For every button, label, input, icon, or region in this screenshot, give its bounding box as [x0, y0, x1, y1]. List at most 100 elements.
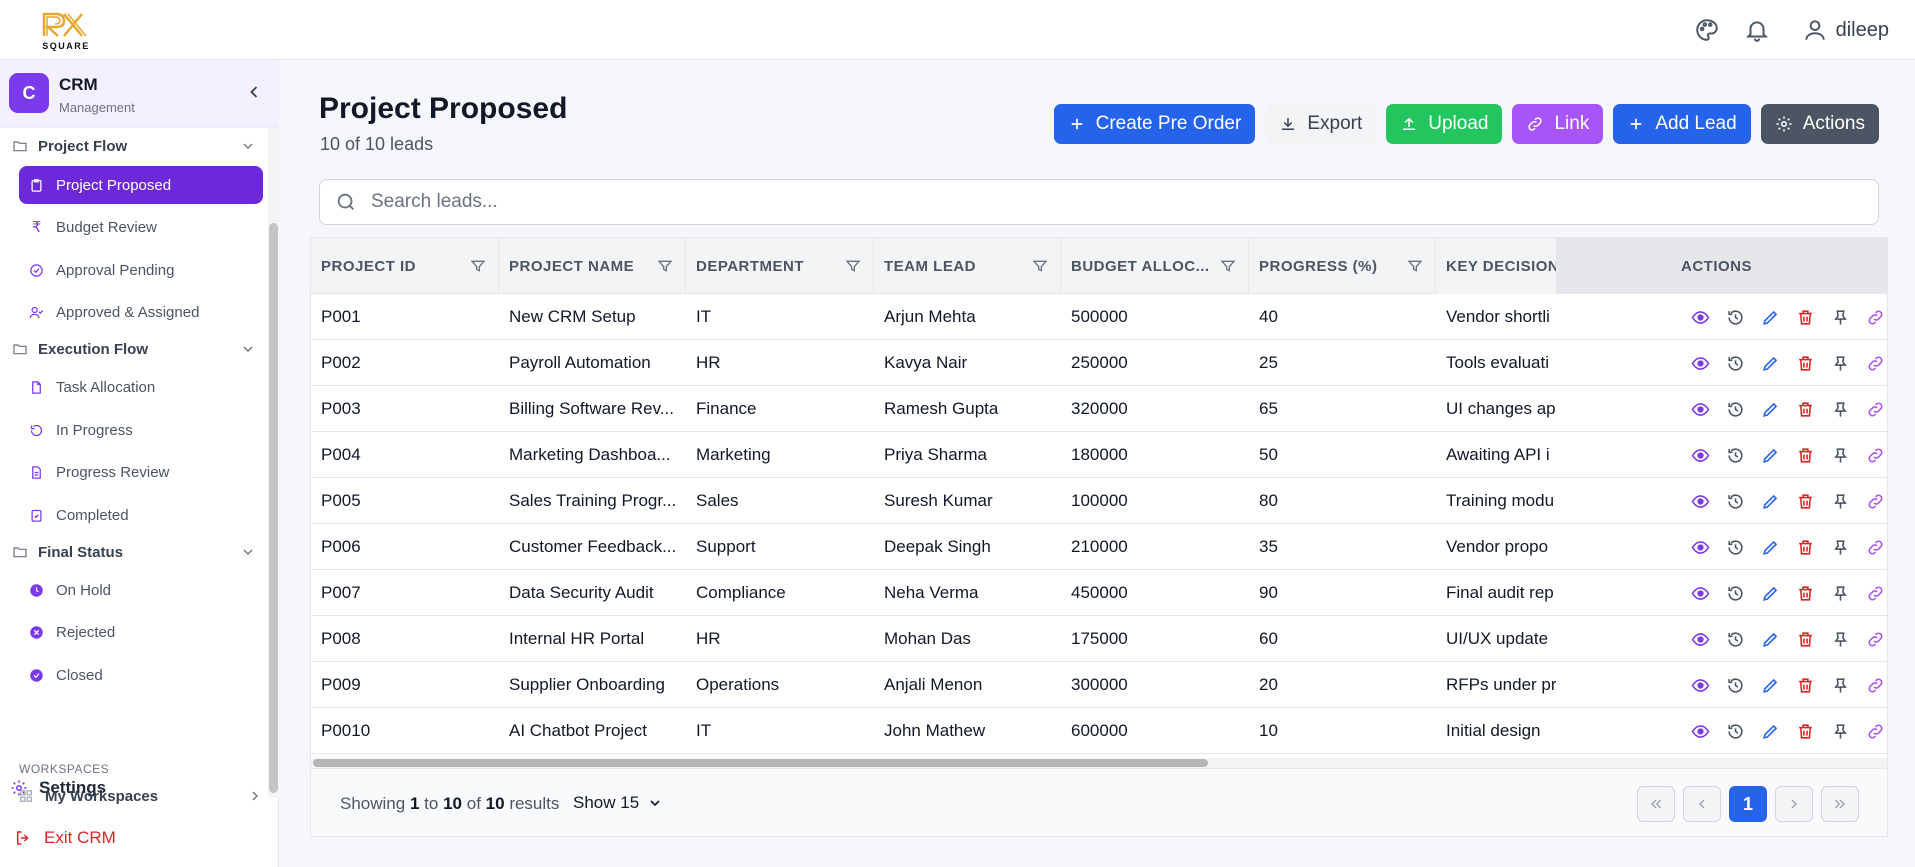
- user-menu[interactable]: dileep: [1802, 17, 1889, 43]
- history-icon[interactable]: [1726, 446, 1745, 465]
- sidebar-scroll-thumb[interactable]: [269, 223, 278, 793]
- column-header-department[interactable]: DEPARTMENT: [686, 238, 874, 294]
- actions-button[interactable]: Actions: [1760, 104, 1879, 144]
- column-header-project-id[interactable]: PROJECT ID: [311, 238, 499, 294]
- edit-pencil-icon[interactable]: [1761, 354, 1780, 373]
- pin-icon[interactable]: [1831, 492, 1850, 511]
- table-scroll-thumb[interactable]: [313, 759, 1208, 767]
- link-icon[interactable]: [1866, 400, 1885, 419]
- history-icon[interactable]: [1726, 400, 1745, 419]
- page-size-select[interactable]: Show 15: [573, 793, 663, 813]
- table-row[interactable]: P005 Sales Training Progr... Sales Suresh K…: [311, 478, 1887, 524]
- history-icon[interactable]: [1726, 538, 1745, 557]
- edit-pencil-icon[interactable]: [1761, 492, 1780, 511]
- delete-trash-icon[interactable]: [1796, 676, 1815, 695]
- prev-page-button[interactable]: [1683, 786, 1721, 822]
- upload-button[interactable]: Upload: [1386, 104, 1503, 144]
- pin-icon[interactable]: [1831, 354, 1850, 373]
- sidebar-item-approval-pending[interactable]: Approval Pending: [19, 251, 263, 289]
- first-page-button[interactable]: [1637, 786, 1675, 822]
- link-button[interactable]: Link: [1512, 104, 1604, 144]
- group-project-flow[interactable]: Project Flow: [12, 133, 260, 159]
- pin-icon[interactable]: [1831, 400, 1850, 419]
- delete-trash-icon[interactable]: [1796, 354, 1815, 373]
- column-header-key-decision[interactable]: KEY DECISION: [1436, 238, 1556, 294]
- sidebar-item-approved-assigned[interactable]: Approved & Assigned: [19, 293, 263, 331]
- table-row[interactable]: P007 Data Security Audit Compliance Neha Ve…: [311, 570, 1887, 616]
- table-row[interactable]: P001 New CRM Setup IT Arjun Mehta 500000 40 Ve…: [311, 294, 1887, 340]
- table-row[interactable]: P004 Marketing Dashboa... Marketing Priya S…: [311, 432, 1887, 478]
- sidebar-item-project-proposed[interactable]: Project Proposed: [19, 166, 263, 204]
- edit-pencil-icon[interactable]: [1761, 400, 1780, 419]
- edit-pencil-icon[interactable]: [1761, 308, 1780, 327]
- exit-crm-button[interactable]: Exit CRM: [14, 828, 116, 848]
- column-header-team-lead[interactable]: TEAM LEAD: [874, 238, 1061, 294]
- delete-trash-icon[interactable]: [1796, 308, 1815, 327]
- filter-icon[interactable]: [1032, 258, 1048, 274]
- link-icon[interactable]: [1866, 584, 1885, 603]
- column-header-progress[interactable]: PROGRESS (%): [1249, 238, 1436, 294]
- search-input[interactable]: [371, 191, 1771, 213]
- link-icon[interactable]: [1866, 446, 1885, 465]
- table-row[interactable]: P009 Supplier Onboarding Operations Anjali …: [311, 662, 1887, 708]
- view-eye-icon[interactable]: [1691, 400, 1710, 419]
- pin-icon[interactable]: [1831, 584, 1850, 603]
- edit-pencil-icon[interactable]: [1761, 630, 1780, 649]
- link-icon[interactable]: [1866, 722, 1885, 741]
- link-icon[interactable]: [1866, 676, 1885, 695]
- group-final-status[interactable]: Final Status: [12, 539, 260, 565]
- sidebar-item-budget-review[interactable]: ₹ Budget Review: [19, 208, 263, 246]
- view-eye-icon[interactable]: [1691, 676, 1710, 695]
- group-execution-flow[interactable]: Execution Flow: [12, 336, 260, 362]
- sidebar-item-closed[interactable]: Closed: [19, 656, 263, 694]
- column-header-project-name[interactable]: PROJECT NAME: [499, 238, 686, 294]
- view-eye-icon[interactable]: [1691, 584, 1710, 603]
- delete-trash-icon[interactable]: [1796, 446, 1815, 465]
- pin-icon[interactable]: [1831, 676, 1850, 695]
- edit-pencil-icon[interactable]: [1761, 722, 1780, 741]
- table-row[interactable]: P006 Customer Feedback... Support Deepak Si…: [311, 524, 1887, 570]
- link-icon[interactable]: [1866, 538, 1885, 557]
- next-page-button[interactable]: [1775, 786, 1813, 822]
- view-eye-icon[interactable]: [1691, 308, 1710, 327]
- filter-icon[interactable]: [845, 258, 861, 274]
- delete-trash-icon[interactable]: [1796, 722, 1815, 741]
- palette-icon[interactable]: [1692, 15, 1722, 45]
- delete-trash-icon[interactable]: [1796, 492, 1815, 511]
- history-icon[interactable]: [1726, 676, 1745, 695]
- delete-trash-icon[interactable]: [1796, 400, 1815, 419]
- filter-icon[interactable]: [470, 258, 486, 274]
- history-icon[interactable]: [1726, 308, 1745, 327]
- pin-icon[interactable]: [1831, 446, 1850, 465]
- edit-pencil-icon[interactable]: [1761, 676, 1780, 695]
- view-eye-icon[interactable]: [1691, 446, 1710, 465]
- view-eye-icon[interactable]: [1691, 538, 1710, 557]
- sidebar-item-task-allocation[interactable]: Task Allocation: [19, 368, 263, 406]
- table-row[interactable]: P0010 AI Chatbot Project IT John Mathew 6000…: [311, 708, 1887, 754]
- filter-icon[interactable]: [657, 258, 673, 274]
- filter-icon[interactable]: [1407, 258, 1423, 274]
- sidebar-item-progress-review[interactable]: Progress Review: [19, 453, 263, 491]
- sidebar-item-on-hold[interactable]: On Hold: [19, 571, 263, 609]
- sidebar-item-completed[interactable]: Completed: [19, 496, 263, 534]
- sidebar-item-in-progress[interactable]: In Progress: [19, 411, 263, 449]
- add-lead-button[interactable]: Add Lead: [1613, 104, 1751, 144]
- table-row[interactable]: P008 Internal HR Portal HR Mohan Das 175000 6…: [311, 616, 1887, 662]
- collapse-sidebar-button[interactable]: [244, 82, 264, 102]
- history-icon[interactable]: [1726, 492, 1745, 511]
- column-header-budget-allocated[interactable]: BUDGET ALLOC...: [1061, 238, 1249, 294]
- edit-pencil-icon[interactable]: [1761, 538, 1780, 557]
- pin-icon[interactable]: [1831, 538, 1850, 557]
- bell-icon[interactable]: [1742, 15, 1772, 45]
- view-eye-icon[interactable]: [1691, 722, 1710, 741]
- table-row[interactable]: P003 Billing Software Rev... Finance Ramesh…: [311, 386, 1887, 432]
- pin-icon[interactable]: [1831, 722, 1850, 741]
- filter-icon[interactable]: [1220, 258, 1236, 274]
- history-icon[interactable]: [1726, 722, 1745, 741]
- delete-trash-icon[interactable]: [1796, 584, 1815, 603]
- export-button[interactable]: Export: [1265, 104, 1377, 144]
- link-icon[interactable]: [1866, 354, 1885, 373]
- history-icon[interactable]: [1726, 584, 1745, 603]
- edit-pencil-icon[interactable]: [1761, 584, 1780, 603]
- history-icon[interactable]: [1726, 630, 1745, 649]
